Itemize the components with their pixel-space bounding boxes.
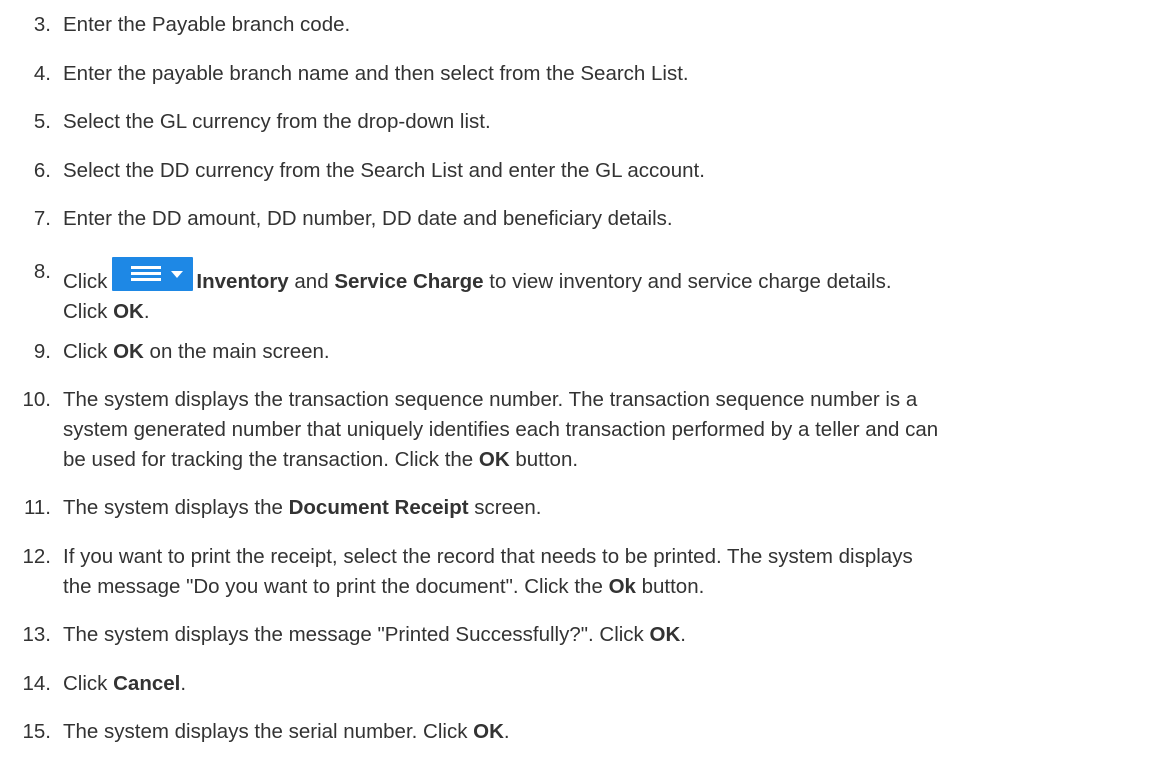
- step-text-post: .: [180, 672, 187, 695]
- step-line: system generated number that uniquely id…: [63, 418, 939, 441]
- ok-label: OK: [649, 623, 681, 646]
- step-line: If you want to print the receipt, select…: [63, 545, 913, 568]
- step-text: Enter the payable branch name and then s…: [63, 62, 689, 85]
- step-text-pre: Click: [63, 672, 114, 695]
- step-text: Select the GL currency from the drop-dow…: [63, 110, 491, 133]
- step-text: The system displays the transaction sequ…: [63, 385, 1153, 475]
- ok-label: OK: [113, 340, 144, 363]
- period: .: [143, 300, 150, 323]
- step-number: 3.: [33, 13, 51, 36]
- click-text: Click: [63, 270, 108, 293]
- step-line: Click OK.: [63, 297, 1153, 327]
- click-text: Click: [63, 300, 114, 323]
- document-receipt-label: Document Receipt: [288, 496, 469, 519]
- inventory-label: Inventory: [196, 270, 289, 293]
- ok-label: Ok: [608, 575, 636, 598]
- step-number: 5.: [33, 110, 51, 133]
- step-line: the message "Do you want to print the do…: [63, 572, 1153, 602]
- step-number: 10.: [22, 388, 52, 411]
- step-text-pre: The system displays the: [63, 496, 289, 519]
- step-number: 11.: [24, 496, 51, 519]
- step-text: Click Inventory and Service Charge to vie…: [63, 257, 1153, 327]
- step-text: If you want to print the receipt, select…: [63, 542, 1153, 602]
- step-text-pre: The system displays the serial number. C…: [63, 720, 474, 743]
- step-number: 9.: [33, 340, 51, 363]
- step-number: 8.: [33, 260, 51, 283]
- step-text: Select the DD currency from the Search L…: [63, 159, 705, 182]
- ok-label: OK: [478, 448, 510, 471]
- step-number: 12.: [22, 545, 52, 568]
- step-number: 15.: [22, 720, 52, 743]
- step-text-pre: the message "Do you want to print the do…: [63, 575, 609, 598]
- step-text: The system displays the serial number. C…: [63, 717, 1153, 747]
- step-text-pre: be used for tracking the transaction. Cl…: [63, 448, 479, 471]
- step-text-post: screen.: [468, 496, 542, 519]
- step-text-pre: The system displays the message "Printed…: [63, 623, 650, 646]
- step-text-post: button.: [635, 575, 705, 598]
- cancel-label: Cancel: [113, 672, 181, 695]
- ok-label: OK: [473, 720, 504, 743]
- step-text-post: button.: [509, 448, 579, 471]
- and-text: and: [288, 270, 335, 293]
- service-charge-label: Service Charge: [334, 270, 484, 293]
- step-number: 13.: [22, 623, 52, 646]
- step-text-pre: Click: [63, 340, 114, 363]
- step-number: 7.: [33, 207, 51, 230]
- step-text: The system displays the Document Receipt…: [63, 493, 1153, 523]
- step-text-rest: to view inventory and service charge det…: [483, 270, 892, 293]
- step-text: Click OK on the main screen.: [63, 337, 1153, 367]
- step-text-post: .: [503, 720, 510, 743]
- step-number: 6.: [33, 159, 51, 182]
- step-number: 14.: [22, 672, 52, 695]
- step-text: Enter the DD amount, DD number, DD date …: [63, 207, 673, 230]
- step-text-post: on the main screen.: [143, 340, 330, 363]
- hamburger-lines: [131, 266, 162, 282]
- step-number: 4.: [33, 62, 51, 85]
- step-text-post: .: [680, 623, 686, 646]
- step-line: Click Inventory and Service Charge to vie…: [63, 257, 1153, 297]
- caret-down-icon: [171, 271, 184, 278]
- procedure-steps: 3. Enter the Payable branch code. 4. Ent…: [0, 0, 1161, 769]
- ok-label: OK: [113, 300, 144, 323]
- hamburger-dropdown-icon: [112, 257, 194, 291]
- step-text: The system displays the message "Printed…: [63, 620, 1153, 650]
- step-line: be used for tracking the transaction. Cl…: [63, 445, 1153, 475]
- step-line: The system displays the transaction sequ…: [63, 388, 918, 411]
- step-text: Enter the Payable branch code.: [63, 13, 351, 36]
- step-text: Click Cancel.: [63, 669, 1153, 699]
